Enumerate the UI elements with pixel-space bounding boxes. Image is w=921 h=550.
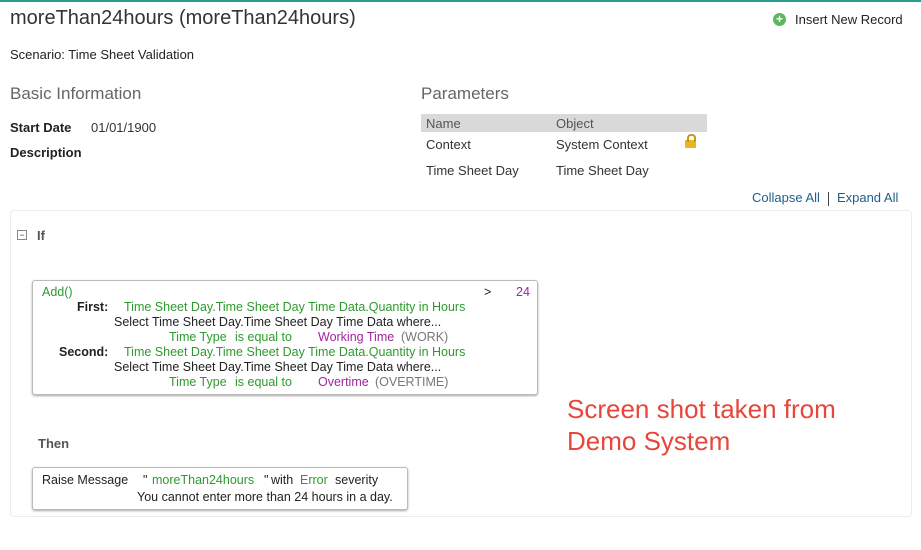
- collapse-all-link[interactable]: Collapse All: [752, 190, 820, 205]
- parameters-table: Name Object Context System Context Time …: [421, 114, 707, 184]
- quote-close: ": [264, 473, 269, 487]
- first-path: Time Sheet Day.Time Sheet Day Time Data.…: [124, 300, 466, 314]
- start-date-label: Start Date: [10, 120, 72, 135]
- operator: >: [484, 285, 492, 299]
- quote-open: ": [143, 473, 148, 487]
- tree-controls: Collapse All Expand All: [752, 190, 898, 206]
- first-label: First:: [77, 300, 109, 314]
- basic-info-heading: Basic Information: [10, 84, 142, 103]
- message-text: You cannot enter more than 24 hours in a…: [137, 490, 393, 504]
- description-label: Description: [10, 145, 82, 160]
- severity-text: severity: [335, 473, 379, 487]
- table-row: Time Sheet Day Time Sheet Day: [421, 158, 707, 184]
- with-text: with: [271, 473, 294, 487]
- first-select: Select Time Sheet Day.Time Sheet Day Tim…: [114, 315, 442, 329]
- param-name: Time Sheet Day: [426, 163, 519, 178]
- expand-all-link[interactable]: Expand All: [837, 190, 898, 205]
- lock-icon: [685, 134, 696, 148]
- second-label: Second:: [59, 345, 109, 359]
- rule-panel: − If Add() > 24 First: Time Sheet Day.Ti…: [10, 210, 912, 517]
- then-label: Then: [38, 436, 70, 451]
- first-filter-value: Working Time: [318, 330, 395, 344]
- if-label: If: [37, 228, 45, 243]
- action-type: Raise Message: [42, 473, 129, 487]
- plus-icon: +: [773, 13, 786, 26]
- parameters-header-row: Name Object: [421, 114, 707, 132]
- page-title: moreThan24hours (moreThan24hours): [10, 7, 356, 29]
- function-name: Add(): [42, 285, 73, 299]
- second-filter-field: Time Type: [169, 375, 227, 389]
- second-filter-operator: is equal to: [235, 375, 292, 389]
- column-header-object: Object: [556, 116, 594, 131]
- scenario-label: Scenario: Time Sheet Validation: [10, 47, 195, 62]
- first-filter-field: Time Type: [169, 330, 227, 344]
- param-name: Context: [426, 137, 471, 152]
- first-filter-operator: is equal to: [235, 330, 292, 344]
- action-block[interactable]: Raise Message " moreThan24hours " with E…: [32, 467, 408, 510]
- compare-value: 24: [516, 285, 530, 299]
- first-filter-code: (WORK): [401, 330, 449, 344]
- second-filter-value: Overtime: [318, 375, 369, 389]
- second-filter-code: (OVERTIME): [375, 375, 449, 389]
- second-select: Select Time Sheet Day.Time Sheet Day Tim…: [114, 360, 442, 374]
- start-date-value: 01/01/1900: [91, 120, 157, 135]
- message-id: moreThan24hours: [152, 473, 255, 487]
- param-object: Time Sheet Day: [556, 163, 649, 178]
- condition-block[interactable]: Add() > 24 First: Time Sheet Day.Time Sh…: [32, 280, 538, 395]
- divider: [827, 191, 829, 206]
- collapse-toggle-icon[interactable]: −: [17, 230, 27, 240]
- column-header-name: Name: [426, 116, 461, 131]
- param-object: System Context: [556, 137, 648, 152]
- top-accent-line: [0, 0, 921, 2]
- annotation-text: Screen shot taken from Demo System: [567, 394, 836, 456]
- severity-value: Error: [300, 473, 328, 487]
- second-path: Time Sheet Day.Time Sheet Day Time Data.…: [124, 345, 466, 359]
- insert-new-record-label: Insert New Record: [795, 12, 903, 27]
- table-row: Context System Context: [421, 132, 707, 158]
- insert-new-record-button[interactable]: + Insert New Record: [773, 12, 903, 27]
- parameters-heading: Parameters: [421, 84, 509, 103]
